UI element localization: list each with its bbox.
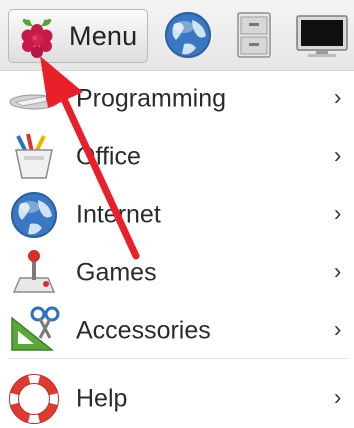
menu-button-label: Menu: [69, 20, 138, 51]
menu-item-label: Accessories: [76, 316, 211, 345]
file-manager-icon[interactable]: [232, 10, 276, 60]
menu-item-internet[interactable]: Internet ›: [0, 186, 354, 244]
taskbar: Menu: [0, 0, 354, 71]
menu-item-label: Games: [76, 258, 157, 287]
menu-item-accessories[interactable]: Accessories ›: [0, 302, 354, 360]
submenu-arrow-icon: ›: [334, 258, 342, 284]
menu-item-label: Office: [76, 142, 141, 171]
web-browser-icon[interactable]: [162, 10, 214, 60]
menu-item-help[interactable]: Help ›: [0, 370, 354, 428]
accessories-icon: [11, 306, 60, 351]
submenu-arrow-icon: ›: [334, 142, 342, 168]
office-icon: [15, 133, 53, 179]
internet-icon: [11, 192, 57, 238]
menu-item-label: Internet: [76, 200, 161, 229]
submenu-arrow-icon: ›: [334, 84, 342, 110]
programming-icon: [9, 94, 59, 110]
games-icon: [12, 250, 56, 293]
menu-separator: [8, 358, 348, 359]
menu-item-label: Programming: [76, 84, 227, 113]
menu-item-label: Help: [76, 384, 128, 413]
submenu-arrow-icon: ›: [334, 200, 342, 226]
raspberry-pi-logo-icon: [21, 18, 53, 58]
submenu-arrow-icon: ›: [334, 384, 342, 410]
submenu-arrow-icon: ›: [334, 316, 342, 342]
menu-button[interactable]: Menu: [8, 9, 148, 63]
help-icon: [9, 374, 59, 424]
menu-item-office[interactable]: Office ›: [0, 128, 354, 186]
menu-item-programming[interactable]: Programming ›: [0, 70, 354, 128]
menu-item-games[interactable]: Games ›: [0, 244, 354, 302]
terminal-icon[interactable]: [294, 10, 350, 60]
